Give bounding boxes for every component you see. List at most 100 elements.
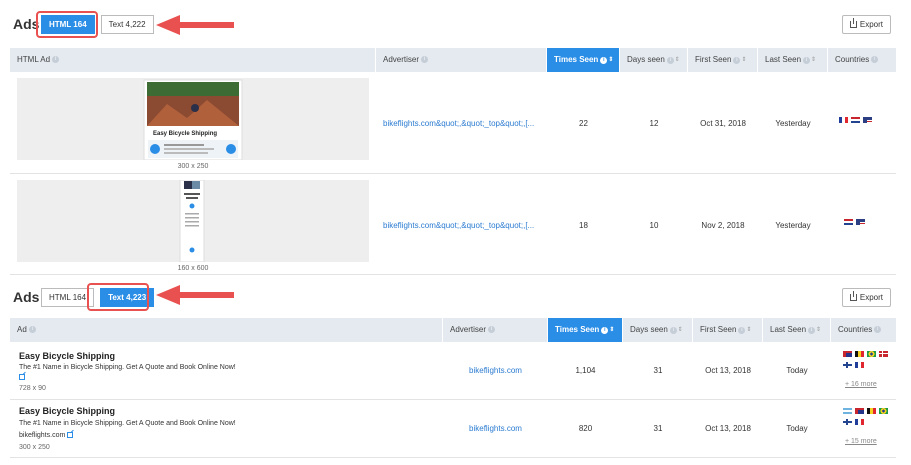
export-label: Export <box>859 293 883 302</box>
first-seen: Oct 13, 2018 <box>705 366 751 375</box>
tab-text[interactable]: Text 4,222 <box>100 15 154 34</box>
col-label: Last Seen <box>770 325 807 335</box>
export-button[interactable]: Export <box>841 288 891 307</box>
col-last-seen[interactable]: Last Seen i ⇕ <box>763 318 831 342</box>
first-seen: Oct 13, 2018 <box>705 424 751 433</box>
col-first-seen[interactable]: First Seen i ⇕ <box>693 318 763 342</box>
info-icon: i <box>733 56 741 64</box>
argentina-flag-icon <box>843 408 852 414</box>
col-days-seen[interactable]: Days seen i ⇕ <box>623 318 693 342</box>
html-ad-preview[interactable]: Easy Bicycle Shipping <box>17 78 369 161</box>
col-ad[interactable]: Ad i <box>10 318 443 342</box>
ad-size: 728 x 90 <box>19 385 46 392</box>
sort-icon: ⇕ <box>741 57 747 63</box>
info-icon: i <box>871 56 879 64</box>
col-label: First Seen <box>700 325 737 335</box>
highlight-box <box>87 283 149 311</box>
col-advertiser[interactable]: Advertiser i <box>443 318 548 342</box>
info-icon: i <box>738 326 746 334</box>
days-seen: 31 <box>653 366 663 375</box>
advertiser-link[interactable]: bikeflights.com <box>443 424 548 433</box>
france-flag-icon <box>855 419 864 425</box>
table-row[interactable]: 160 x 600 bikeflights.com&quot;,&quot;_t… <box>10 174 896 275</box>
more-countries-link[interactable]: + 16 more <box>845 381 877 388</box>
brazil-flag-icon <box>879 408 888 414</box>
advertiser-link[interactable]: bikeflights.com&quot;,&quot;_top&quot;,[… <box>383 221 534 230</box>
france-flag-icon <box>855 362 864 368</box>
html-ad-preview[interactable] <box>17 179 369 263</box>
country-flags <box>844 219 865 225</box>
info-icon: i <box>52 56 60 64</box>
info-icon: i <box>421 56 429 64</box>
days-seen: 31 <box>653 424 663 433</box>
section-html-ads-header: Ads HTML 164 Text 4,222 Export <box>0 10 911 40</box>
sort-icon: ⇕ <box>746 327 752 333</box>
html-ads-table-header: HTML Ad i Advertiser i Times Seen i ⇕ Days s… <box>10 48 896 72</box>
more-countries-link[interactable]: + 15 more <box>845 438 877 445</box>
ad-creative-image: Easy Bicycle Shipping <box>143 79 243 161</box>
table-row[interactable]: Easy Bicycle Shipping The #1 Name in Bic… <box>10 400 896 458</box>
info-icon: i <box>601 326 609 334</box>
text-ad-body: The #1 Name in Bicycle Shipping. Get A Q… <box>19 420 236 427</box>
belgium-flag-icon <box>855 351 864 357</box>
belgium-flag-icon <box>867 408 876 414</box>
col-times-seen[interactable]: Times Seen i ⇕ <box>547 48 620 72</box>
text-ad-title: Easy Bicycle Shipping <box>19 406 116 416</box>
ad-size: 300 x 250 <box>177 163 209 170</box>
usa-flag-icon <box>856 219 865 225</box>
col-label: Last Seen <box>765 55 802 65</box>
days-seen: 10 <box>649 221 659 230</box>
col-days-seen[interactable]: Days seen i ⇕ <box>620 48 688 72</box>
col-last-seen[interactable]: Last Seen i ⇕ <box>758 48 828 72</box>
col-html-ad[interactable]: HTML Ad i <box>10 48 376 72</box>
red-arrow-icon <box>156 15 236 35</box>
first-seen: Oct 31, 2018 <box>700 119 746 128</box>
advertiser-link[interactable]: bikeflights.com&quot;,&quot;_top&quot;,[… <box>383 119 534 128</box>
text-ad-title: Easy Bicycle Shipping <box>19 351 116 361</box>
australia-flag-icon <box>855 408 864 414</box>
times-seen: 18 <box>579 221 588 230</box>
last-seen: Today <box>786 366 808 375</box>
times-seen: 22 <box>579 119 588 128</box>
times-seen: 1,104 <box>575 366 596 375</box>
section-title: Ads <box>13 289 40 305</box>
info-icon: i <box>600 56 608 64</box>
usa-flag-icon <box>863 117 872 123</box>
text-ads-table-header: Ad i Advertiser i Times Seen i ⇕ Days seen i ⇕… <box>10 318 896 342</box>
col-label: Countries <box>835 55 870 64</box>
last-seen: Yesterday <box>775 119 811 128</box>
col-countries[interactable]: Countries i <box>828 48 896 72</box>
col-countries[interactable]: Countries i <box>831 318 896 342</box>
ad-creative-title: Easy Bicycle Shipping <box>153 131 217 137</box>
finland-flag-icon <box>843 362 852 368</box>
finland-flag-icon <box>843 419 852 425</box>
info-icon: i <box>669 326 677 334</box>
info-icon: i <box>874 326 882 334</box>
col-first-seen[interactable]: First Seen i ⇕ <box>688 48 758 72</box>
sort-icon: ⇕ <box>608 57 614 63</box>
last-seen: Yesterday <box>775 221 811 230</box>
info-icon: i <box>488 326 496 334</box>
export-button[interactable]: Export <box>841 15 891 34</box>
col-advertiser[interactable]: Advertiser i <box>376 48 547 72</box>
col-times-seen[interactable]: Times Seen i ⇕ <box>548 318 623 342</box>
denmark-flag-icon <box>879 351 888 357</box>
text-ad-body: The #1 Name in Bicycle Shipping. Get A Q… <box>19 364 236 371</box>
country-flags <box>843 408 888 425</box>
external-link-icon[interactable] <box>19 374 25 381</box>
days-seen: 12 <box>649 119 659 128</box>
france-flag-icon <box>839 117 848 123</box>
table-row[interactable]: Easy Bicycle Shipping The #1 Name in Bic… <box>10 342 896 400</box>
info-icon: i <box>803 56 811 64</box>
times-seen: 820 <box>578 424 593 433</box>
text-ad-url <box>19 374 25 381</box>
external-link-icon[interactable] <box>67 432 74 439</box>
sort-icon: ⇕ <box>674 57 680 63</box>
highlight-box <box>36 11 98 38</box>
advertiser-link[interactable]: bikeflights.com <box>443 366 548 375</box>
table-row[interactable]: Easy Bicycle Shipping 300 x 250 bikeflig… <box>10 72 896 174</box>
section-text-ads-header: Ads HTML 164 Text 4,223 Export <box>0 283 911 313</box>
info-icon: i <box>808 326 816 334</box>
sort-icon: ⇕ <box>609 327 615 333</box>
brazil-flag-icon <box>867 351 876 357</box>
